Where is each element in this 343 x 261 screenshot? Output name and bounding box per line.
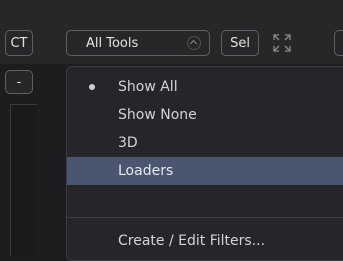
side-panel	[10, 104, 37, 256]
menu-item-label: Loaders	[118, 163, 174, 179]
menu-item-show-none[interactable]: Show None	[67, 101, 343, 129]
menu-item-label: Show None	[118, 107, 197, 123]
menu-divider	[67, 217, 343, 218]
menu-item-show-all[interactable]: Show All	[67, 73, 343, 101]
ct-button[interactable]: CT	[5, 30, 33, 56]
bullet-icon	[89, 84, 95, 90]
select-button[interactable]: Sel	[221, 30, 259, 56]
chevron-up-icon	[187, 36, 201, 50]
menu-item-create-edit-filters[interactable]: Create / Edit Filters...	[67, 227, 343, 255]
expand-icon[interactable]	[272, 33, 292, 53]
toolbar: CT All Tools Sel	[0, 0, 343, 64]
menu-item-label: Create / Edit Filters...	[118, 233, 266, 249]
menu-item-3d[interactable]: 3D	[67, 129, 343, 157]
partial-button[interactable]	[334, 30, 343, 56]
menu-item-loaders[interactable]: Loaders	[67, 157, 343, 185]
tool-filter-menu: Show All Show None 3D Loaders Create / E…	[66, 66, 343, 261]
tool-filter-label: All Tools	[86, 35, 139, 51]
tool-filter-dropdown[interactable]: All Tools	[66, 30, 210, 56]
menu-item-label: 3D	[118, 135, 138, 151]
menu-item-label: Show All	[118, 79, 178, 95]
collapse-button[interactable]: -	[5, 70, 33, 94]
